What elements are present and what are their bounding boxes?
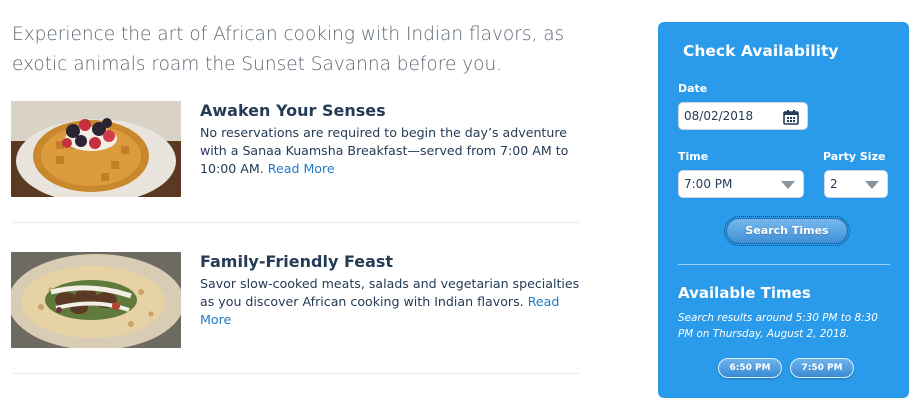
panel-title: Check Availability <box>683 42 839 60</box>
feature-awaken-your-senses: Awaken Your Senses No reservations are r… <box>11 101 611 226</box>
feature-description-text: Savor slow-cooked meats, salads and vege… <box>200 276 580 309</box>
party-size-value: 2 <box>830 177 838 191</box>
panel-divider <box>678 264 890 265</box>
time-value: 7:00 PM <box>684 177 733 191</box>
chevron-down-icon <box>781 181 795 189</box>
time-slot-button[interactable]: 6:50 PM <box>718 358 782 378</box>
check-availability-panel: Check Availability Date 08/02/2018 Time … <box>658 22 909 398</box>
feature-title: Awaken Your Senses <box>200 101 386 120</box>
time-slot-button[interactable]: 7:50 PM <box>790 358 854 378</box>
available-times-title: Available Times <box>678 284 811 302</box>
calendar-icon[interactable] <box>783 108 799 125</box>
read-more-link[interactable]: Read More <box>268 161 335 176</box>
feature-description: Savor slow-cooked meats, salads and vege… <box>200 275 580 329</box>
waffle-photo <box>11 101 181 197</box>
chevron-down-icon <box>865 181 879 189</box>
search-times-button[interactable]: Search Times <box>724 216 850 246</box>
party-size-select[interactable]: 2 <box>824 170 888 198</box>
feature-family-friendly-feast: Family-Friendly Feast Savor slow-cooked … <box>11 252 611 377</box>
time-label: Time <box>678 150 709 163</box>
date-label: Date <box>678 82 708 95</box>
feature-title: Family-Friendly Feast <box>200 252 394 271</box>
date-value: 08/02/2018 <box>684 109 754 123</box>
intro-text: Experience the art of African cooking wi… <box>12 24 565 75</box>
divider <box>13 222 579 223</box>
feature-description: No reservations are required to begin th… <box>200 124 580 178</box>
flatbread-photo <box>11 252 181 348</box>
date-field[interactable]: 08/02/2018 <box>678 102 808 130</box>
time-select[interactable]: 7:00 PM <box>678 170 804 198</box>
feature-description-text: No reservations are required to begin th… <box>200 125 569 176</box>
party-size-label: Party Size <box>823 150 886 163</box>
search-results-text: Search results around 5:30 PM to 8:30 PM… <box>678 312 878 340</box>
divider <box>13 373 579 374</box>
